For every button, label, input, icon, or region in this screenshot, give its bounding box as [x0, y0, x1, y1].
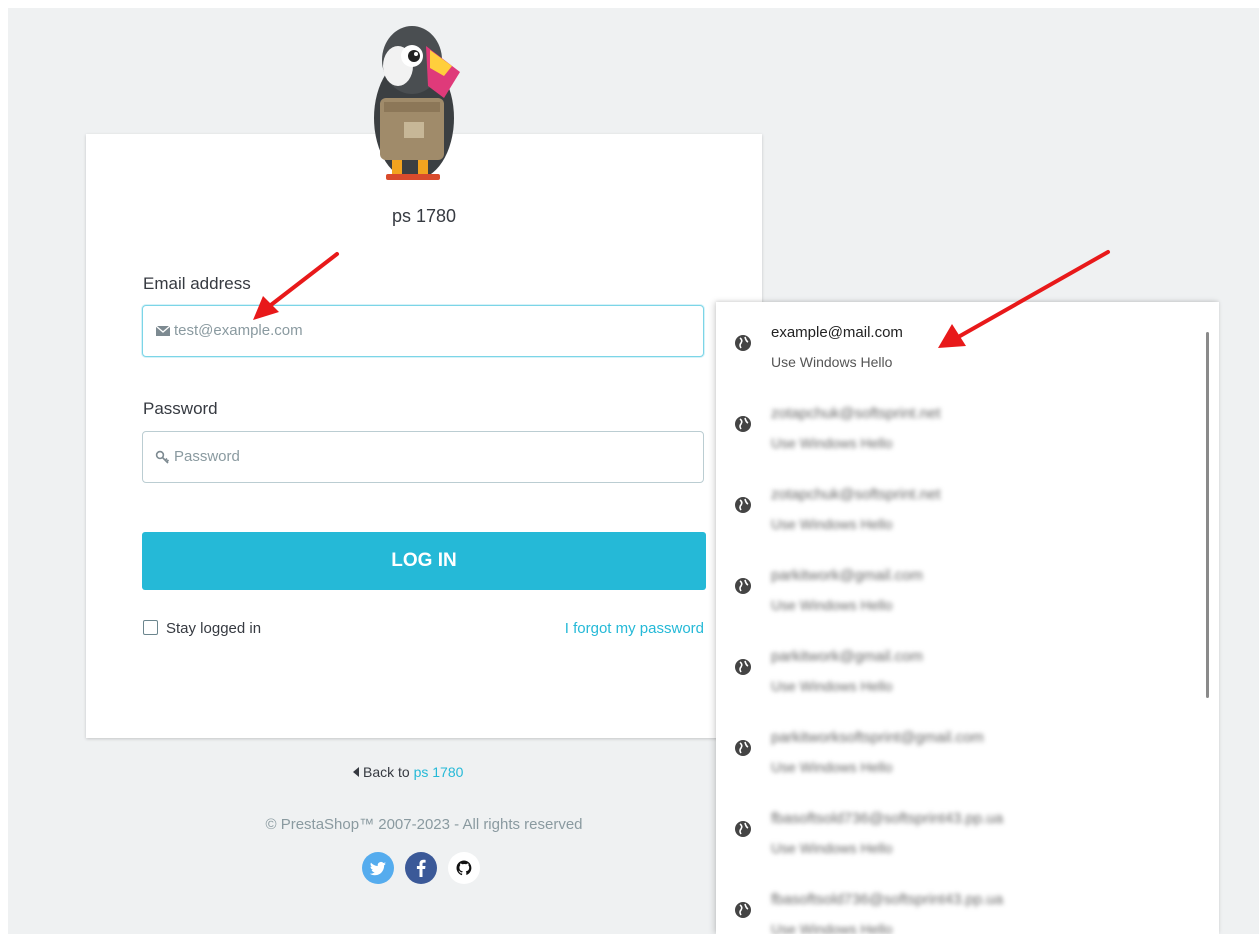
autofill-item[interactable]: zotapchuk@softsprint.net Use Windows Hel…: [716, 464, 1196, 544]
envelope-icon: [155, 325, 171, 336]
password-placeholder: Password: [174, 448, 240, 465]
caret-left-icon: [353, 767, 359, 777]
github-icon[interactable]: [448, 852, 480, 884]
password-label: Password: [143, 399, 218, 418]
globe-icon: [735, 740, 751, 756]
login-button[interactable]: LOG IN: [142, 532, 706, 590]
key-icon: [155, 450, 170, 464]
autofill-sub: Use Windows Hello: [771, 516, 893, 532]
back-to-shop: Back to ps 1780: [353, 764, 463, 780]
autofill-sub: Use Windows Hello: [771, 678, 893, 694]
autofill-sub: Use Windows Hello: [771, 597, 893, 613]
autofill-item[interactable]: fbasoftsold736@softsprint43.pp.ua Use Wi…: [716, 869, 1196, 934]
shop-name: ps 1780: [391, 206, 457, 226]
autofill-email: fbasoftsold736@softsprint43.pp.ua: [771, 810, 1004, 827]
autofill-dropdown[interactable]: example@mail.com Use Windows Hello zotap…: [716, 302, 1219, 934]
autofill-item[interactable]: parkitwork@gmail.com Use Windows Hello: [716, 545, 1196, 625]
autofill-item[interactable]: example@mail.com Use Windows Hello: [716, 302, 1196, 382]
autofill-sub: Use Windows Hello: [771, 354, 893, 370]
autofill-email: example@mail.com: [771, 324, 903, 341]
globe-icon: [735, 335, 751, 351]
globe-icon: [735, 821, 751, 837]
autofill-email: zotapchuk@softsprint.net: [771, 405, 941, 422]
facebook-icon[interactable]: [405, 852, 437, 884]
autofill-email: parkitwork@gmail.com: [771, 567, 923, 584]
autofill-item[interactable]: fbasoftsold736@softsprint43.pp.ua Use Wi…: [716, 788, 1196, 868]
globe-icon: [735, 578, 751, 594]
globe-icon: [735, 659, 751, 675]
autofill-email: fbasoftsold736@softsprint43.pp.ua: [771, 891, 1004, 908]
prestashop-logo: [374, 26, 460, 180]
twitter-icon[interactable]: [362, 852, 394, 884]
email-field[interactable]: test@example.com: [142, 305, 704, 357]
globe-icon: [735, 416, 751, 432]
globe-icon: [735, 902, 751, 918]
autofill-sub: Use Windows Hello: [771, 840, 893, 856]
password-field[interactable]: Password: [142, 431, 704, 483]
autofill-item[interactable]: parkitworksoftsprint@gmail.com Use Windo…: [716, 707, 1196, 787]
autofill-sub: Use Windows Hello: [771, 435, 893, 451]
autofill-email: parkitworksoftsprint@gmail.com: [771, 729, 984, 746]
stay-logged-in-label: Stay logged in: [166, 620, 262, 637]
copyright: © PrestaShop™ 2007-2023 - All rights res…: [265, 816, 583, 833]
checkbox-box[interactable]: [143, 620, 158, 635]
back-prefix: Back to: [363, 764, 410, 780]
autofill-sub: Use Windows Hello: [771, 921, 893, 934]
globe-icon: [735, 497, 751, 513]
autofill-email: parkitwork@gmail.com: [771, 648, 923, 665]
forgot-password-link[interactable]: I forgot my password: [565, 620, 704, 637]
autofill-sub: Use Windows Hello: [771, 759, 893, 775]
autofill-item[interactable]: parkitwork@gmail.com Use Windows Hello: [716, 626, 1196, 706]
dropdown-scrollbar[interactable]: [1206, 332, 1209, 698]
email-placeholder: test@example.com: [174, 322, 303, 339]
stay-logged-in-checkbox[interactable]: Stay logged in: [143, 620, 261, 637]
back-to-shop-link[interactable]: ps 1780: [414, 764, 464, 780]
autofill-email: zotapchuk@softsprint.net: [771, 486, 941, 503]
autofill-item[interactable]: zotapchuk@softsprint.net Use Windows Hel…: [716, 383, 1196, 463]
email-label: Email address: [143, 274, 251, 293]
